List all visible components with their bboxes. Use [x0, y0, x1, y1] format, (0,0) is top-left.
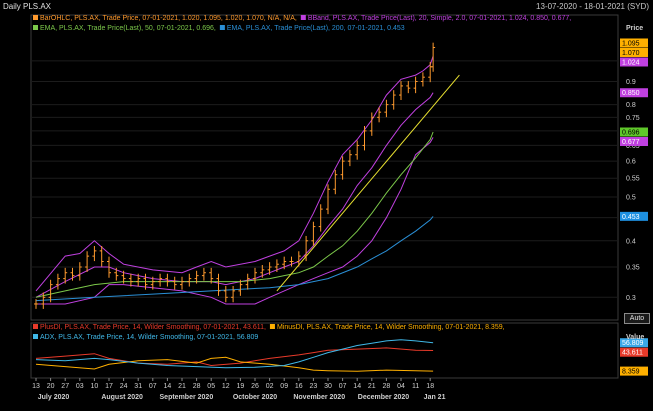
price-axis-title: Price — [626, 25, 643, 32]
x-tick-label: 16 — [295, 383, 303, 390]
month-label: September 2020 — [160, 394, 214, 401]
month-label: July 2020 — [38, 394, 70, 401]
x-tick-label: 04 — [397, 383, 405, 390]
series-minusdi — [35, 356, 434, 372]
month-label: November 2020 — [293, 394, 345, 401]
x-tick-label: 12 — [222, 383, 230, 390]
price-tick-label: 0.35 — [626, 265, 640, 272]
price-value-tag-label: 1.095 — [622, 40, 640, 47]
x-tick-label: 20 — [47, 383, 55, 390]
x-tick-label: 19 — [237, 383, 245, 390]
x-tick-label: 11 — [412, 383, 419, 390]
indicator-value-tag-label: 56.809 — [622, 340, 644, 347]
series-ema-50 — [35, 131, 434, 298]
series-plusdi — [35, 347, 434, 367]
indicator-legend-swatch — [33, 334, 38, 339]
series-bband-lower — [36, 137, 434, 305]
x-tick-label: 31 — [134, 383, 142, 390]
price-legend-swatch — [300, 15, 306, 20]
price-legend-swatch — [33, 15, 38, 20]
x-tick-label: 09 — [280, 383, 288, 390]
price-legend-entry: EMA, PLS.AX, Trade Price(Last), 50, 07-0… — [40, 25, 216, 32]
x-tick-label: 03 — [76, 383, 84, 390]
x-tick-label: 07 — [149, 383, 157, 390]
x-tick-label: 18 — [426, 383, 434, 390]
x-tick-label: 14 — [353, 383, 361, 390]
price-tick-label: 0.4 — [626, 238, 636, 245]
indicator-value-tag-label: 8.359 — [622, 369, 640, 376]
indicator-legend-swatch — [33, 324, 38, 329]
series-bband-upper — [35, 56, 434, 292]
month-label: Jan 21 — [424, 394, 446, 401]
price-value-tag-label: 1.024 — [622, 59, 640, 66]
x-tick-label: 13 — [32, 383, 40, 390]
x-tick-label: 27 — [61, 383, 69, 390]
price-value-tag-label: 0.453 — [622, 214, 640, 221]
price-tick-label: 0.55 — [626, 176, 640, 183]
x-tick-label: 28 — [383, 383, 391, 390]
x-tick-label: 17 — [105, 383, 113, 390]
value-tags: 1.095 1.070 1.024 0.850 0.696 0.677 0.453 56.80… — [620, 38, 648, 376]
price-legend-swatch — [219, 25, 225, 30]
series-ema-200 — [35, 216, 434, 302]
month-label: October 2020 — [233, 394, 277, 401]
x-tick-label: 26 — [251, 383, 259, 390]
price-value-tag-label: 1.070 — [622, 50, 640, 57]
x-tick-label: 30 — [324, 383, 332, 390]
x-tick-label: 14 — [164, 383, 172, 390]
indicator-legend-entry: MinusDI, PLS.AX, Trade Price, 14, Wilder… — [277, 324, 505, 331]
x-tick-label: 23 — [310, 383, 318, 390]
x-tick-label: 21 — [178, 383, 186, 390]
price-legend-entry: EMA, PLS.AX, Trade Price(Last), 200, 07-… — [227, 25, 405, 32]
x-tick-label: 05 — [207, 383, 215, 390]
x-tick-label: 28 — [193, 383, 201, 390]
month-label: December 2020 — [358, 394, 409, 401]
month-label: August 2020 — [101, 394, 143, 401]
indicator-legend-entry: ADX, PLS.AX, Trade Price, 14, Wilder Smo… — [40, 334, 258, 341]
price-legend-entry: BBand, PLS.AX, Trade Price(Last), 20, Si… — [308, 15, 571, 22]
auto-scale-button[interactable]: Auto — [624, 313, 650, 324]
indicator-value-tag-label: 43.611 — [622, 350, 643, 357]
price-value-tag-label: 0.677 — [622, 139, 640, 146]
x-tick-label: 02 — [266, 383, 274, 390]
price-tick-label: 0.8 — [626, 102, 636, 109]
price-tick-label: 0.6 — [626, 159, 636, 166]
x-tick-label: 07 — [339, 383, 347, 390]
x-tick-label: 24 — [120, 383, 128, 390]
grid-lines — [31, 60, 618, 298]
price-tick-label: 0.75 — [626, 115, 640, 122]
price-tick-label: 0.5 — [626, 194, 636, 201]
ohlc-bars — [34, 42, 436, 309]
price-legend-swatch — [33, 25, 38, 30]
price-value-tag-label: 0.850 — [622, 90, 640, 97]
price-legend-entry: BarOHLC, PLS.AX, Trade Price, 07-01-2021… — [40, 15, 297, 22]
x-tick-label: 10 — [91, 383, 99, 390]
indicator-axis-title: Value — [626, 334, 644, 341]
indicator-legend-swatch — [269, 324, 275, 329]
series-trendline — [276, 74, 460, 292]
indicator-legend-entry: PlusDI, PLS.AX, Trade Price, 14, Wilder … — [40, 324, 266, 331]
price-value-tag-label: 0.696 — [622, 129, 640, 136]
price-tick-label: 0.3 — [626, 295, 636, 302]
x-tick-label: 21 — [368, 383, 376, 390]
price-tick-label: 0.9 — [626, 79, 636, 86]
chart-canvas[interactable]: BarOHLC, PLS.AX, Trade Price, 07-01-2021… — [0, 0, 653, 411]
